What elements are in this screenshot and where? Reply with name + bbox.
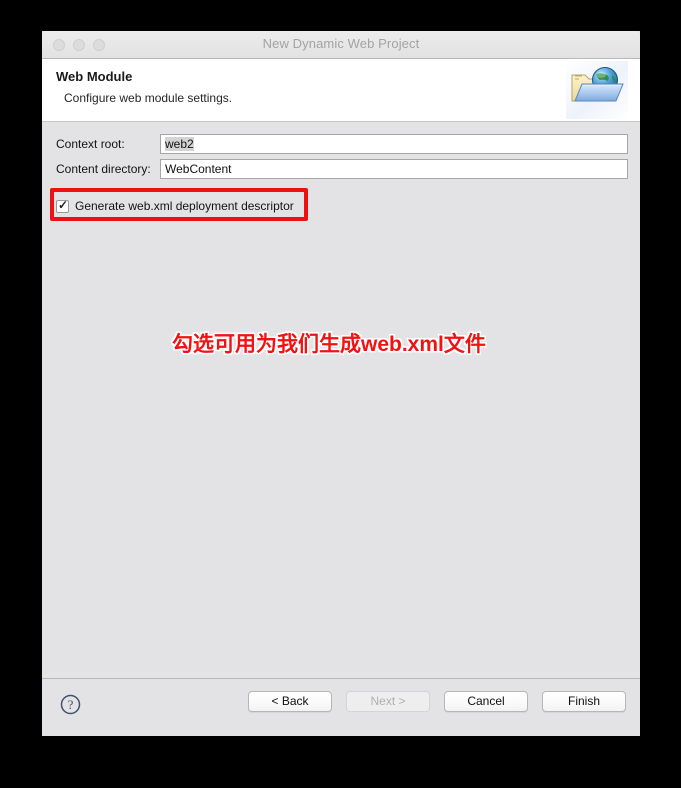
content-directory-row: Content directory: WebContent xyxy=(56,159,628,180)
next-button: Next > xyxy=(346,691,430,712)
content-directory-input[interactable]: WebContent xyxy=(160,159,628,179)
back-button[interactable]: < Back xyxy=(248,691,332,712)
page-subtitle: Configure web module settings. xyxy=(64,91,233,105)
web-project-folder-globe-icon xyxy=(566,61,628,119)
context-root-row: Context root: web2 xyxy=(56,134,628,155)
wizard-header: Web Module Configure web module settings… xyxy=(42,59,640,122)
wizard-body: Context root: web2 Content directory: We… xyxy=(42,122,640,678)
content-directory-value: WebContent xyxy=(165,162,232,176)
context-root-input[interactable]: web2 xyxy=(160,134,628,154)
page-title: Web Module xyxy=(56,69,133,84)
content-directory-label: Content directory: xyxy=(56,162,151,176)
wizard-footer: ? < Back Next > Cancel Finish xyxy=(42,678,640,736)
annotation-text: 勾选可用为我们生成web.xml文件 xyxy=(172,333,486,356)
new-dynamic-web-project-dialog: New Dynamic Web Project Web Module Confi… xyxy=(42,31,640,736)
generate-webxml-checkbox[interactable]: ✓ xyxy=(56,197,69,213)
cancel-button[interactable]: Cancel xyxy=(444,691,528,712)
screenshot-root: New Dynamic Web Project Web Module Confi… xyxy=(0,0,681,788)
check-mark-icon: ✓ xyxy=(58,197,69,212)
context-root-label: Context root: xyxy=(56,137,125,151)
generate-webxml-label: Generate web.xml deployment descriptor xyxy=(75,199,294,213)
help-question-icon[interactable]: ? xyxy=(60,694,81,715)
finish-button[interactable]: Finish xyxy=(542,691,626,712)
context-root-value: web2 xyxy=(165,137,194,151)
svg-text:?: ? xyxy=(68,697,74,712)
dialog-button-group: < Back Next > Cancel Finish xyxy=(248,691,626,712)
generate-webxml-checkbox-row[interactable]: ✓ Generate web.xml deployment descriptor xyxy=(56,197,294,213)
window-titlebar[interactable]: New Dynamic Web Project xyxy=(42,31,640,59)
window-title: New Dynamic Web Project xyxy=(262,36,420,51)
